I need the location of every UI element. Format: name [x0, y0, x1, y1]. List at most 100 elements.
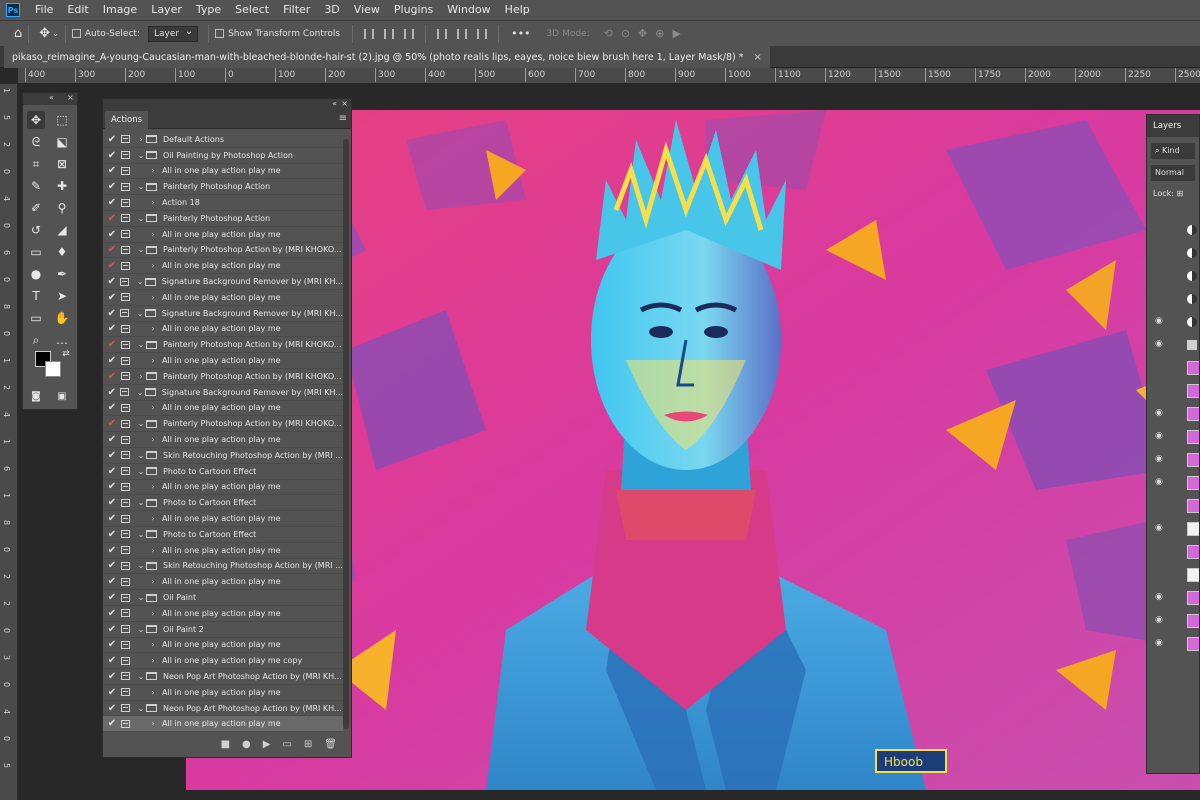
action-set-row[interactable]: ✔ ⌄ Signature Background Remover by (MRI K…: [103, 385, 343, 401]
dialog-toggle-icon[interactable]: [121, 356, 130, 365]
3d-mode-icons[interactable]: ⟲⊙✥⊕▶: [604, 27, 689, 40]
toggle-item-check-icon[interactable]: ✔: [103, 624, 121, 635]
action-set-row[interactable]: ✔ › Default Actions: [103, 132, 343, 148]
action-set-row[interactable]: ✔ ⌄ Neon Pop Art Photoshop Action by (MRI …: [103, 669, 343, 685]
blend-mode-dropdown[interactable]: Normal: [1151, 165, 1195, 181]
dialog-toggle-icon[interactable]: [121, 625, 130, 634]
home-icon[interactable]: ⌂: [14, 26, 22, 41]
menu-filter[interactable]: Filter: [276, 0, 317, 20]
toggle-item-check-icon[interactable]: ✔: [103, 276, 120, 287]
align-left-icon[interactable]: [364, 28, 375, 39]
toggle-item-check-icon[interactable]: ✔: [103, 134, 121, 145]
layer-row[interactable]: [1147, 380, 1199, 402]
expand-chevron-icon[interactable]: ⌄: [136, 182, 146, 191]
menu-view[interactable]: View: [347, 0, 387, 20]
toggle-item-check-icon[interactable]: ✔: [103, 434, 121, 445]
gradient-tool-icon[interactable]: ▭: [27, 243, 45, 261]
action-row[interactable]: ✔ › All in one play action play me: [103, 227, 343, 243]
toggle-item-check-icon[interactable]: ✔: [103, 292, 121, 303]
expand-chevron-icon[interactable]: ⌄: [135, 388, 145, 397]
toggle-item-check-icon[interactable]: ✔: [103, 545, 121, 556]
expand-chevron-icon[interactable]: ⌄: [136, 467, 146, 476]
action-set-row[interactable]: ✔ ⌄ Painterly Photoshop Action by (MRI KHO…: [103, 416, 343, 433]
folder-icon[interactable]: ▭: [282, 739, 291, 750]
dialog-toggle-icon[interactable]: [121, 151, 130, 160]
quick-select-tool-icon[interactable]: ⬕: [53, 133, 71, 151]
eyedropper-tool-icon[interactable]: ✎: [27, 177, 45, 195]
lock-transparent-icon[interactable]: ⊞: [1176, 189, 1183, 198]
visibility-eye-icon[interactable]: ◉: [1155, 592, 1163, 602]
more-options-button[interactable]: •••: [511, 27, 530, 40]
layer-row[interactable]: [1147, 495, 1199, 517]
visibility-eye-icon[interactable]: ◉: [1155, 454, 1163, 464]
background-color-swatch[interactable]: [45, 361, 61, 377]
action-set-row[interactable]: ✔ ⌄ Skin Retouching Photoshop Action by (M…: [103, 559, 343, 575]
action-row[interactable]: ✔ › All in one play action play me: [103, 290, 343, 306]
action-row[interactable]: ✔ › All in one play action play me: [103, 716, 343, 733]
expand-chevron-icon[interactable]: ⌄: [136, 704, 146, 713]
dialog-toggle-icon[interactable]: [121, 561, 130, 570]
toggle-item-check-icon[interactable]: ✔: [103, 197, 121, 208]
expand-chevron-icon[interactable]: ›: [148, 403, 158, 412]
expand-chevron-icon[interactable]: ›: [148, 166, 158, 175]
expand-chevron-icon[interactable]: ⌄: [136, 245, 146, 254]
healing-brush-tool-icon[interactable]: ✚: [53, 177, 71, 195]
document-tab[interactable]: pikaso_reimagine_A-young-Caucasian-man-w…: [4, 46, 770, 68]
toggle-item-check-icon[interactable]: ✔: [103, 481, 121, 492]
expand-chevron-icon[interactable]: ›: [148, 640, 158, 649]
action-set-row[interactable]: ✔ ⌄ Painterly Photoshop Action by (MRI KHO…: [103, 337, 343, 354]
expand-chevron-icon[interactable]: ⌄: [136, 561, 146, 570]
menu-file[interactable]: File: [28, 0, 60, 20]
expand-chevron-icon[interactable]: ›: [148, 609, 158, 618]
marquee-tool-icon[interactable]: ⬚: [53, 111, 71, 129]
crop-tool-icon[interactable]: ⌗: [27, 155, 45, 173]
auto-select-checkbox[interactable]: [71, 29, 81, 38]
brush-tool-icon[interactable]: ✐: [27, 199, 45, 217]
dialog-toggle-icon[interactable]: [121, 166, 130, 175]
quick-mask-icon[interactable]: ◙: [27, 387, 45, 405]
expand-chevron-icon[interactable]: ⌄: [135, 277, 145, 286]
toggle-item-check-icon[interactable]: ✔: [103, 639, 121, 650]
dialog-toggle-icon[interactable]: [121, 182, 130, 191]
move-tool-icon[interactable]: ✥: [39, 26, 50, 41]
action-row[interactable]: ✔ › All in one play action play me: [103, 401, 343, 417]
action-set-row[interactable]: ✔ ⌄ Painterly Photoshop Action by (MRI KHO…: [103, 243, 343, 259]
layer-row[interactable]: ◉: [1147, 610, 1199, 632]
toggle-item-check-icon[interactable]: ✔: [103, 687, 121, 698]
action-set-row[interactable]: ✔ ⌄ Oil Paint 2: [103, 622, 343, 638]
trash-icon[interactable]: 🗑: [324, 739, 337, 750]
dialog-toggle-icon[interactable]: [121, 403, 130, 412]
toggle-item-check-icon[interactable]: ✔: [103, 308, 120, 319]
action-set-row[interactable]: ✔ ⌄ Skin Retouching Photoshop Action by (M…: [103, 448, 343, 464]
expand-chevron-icon[interactable]: ›: [136, 135, 146, 144]
layer-row[interactable]: [1147, 265, 1199, 287]
type-tool-icon[interactable]: T: [27, 287, 45, 305]
toggle-item-check-icon[interactable]: ✔: [103, 671, 121, 682]
toggle-item-check-icon[interactable]: ✔: [103, 466, 121, 477]
action-row[interactable]: ✔ › All in one play action play me copy: [103, 653, 343, 670]
toggle-item-check-icon[interactable]: ✔: [103, 497, 121, 508]
action-set-row[interactable]: ✔ › Painterly Photoshop Action by (MRI KHO…: [103, 369, 343, 385]
action-row[interactable]: ✔ › All in one play action play me: [103, 685, 343, 701]
dialog-toggle-icon[interactable]: [121, 293, 130, 302]
dialog-toggle-icon[interactable]: [121, 514, 130, 523]
dialog-toggle-icon[interactable]: [121, 672, 130, 681]
dialog-toggle-icon[interactable]: [120, 388, 130, 397]
align-right-icon[interactable]: [404, 28, 415, 39]
dialog-toggle-icon[interactable]: [121, 214, 130, 223]
dialog-toggle-icon[interactable]: [121, 261, 130, 270]
pen-tool-icon[interactable]: ✒: [53, 265, 71, 283]
toggle-item-check-icon[interactable]: ✔: [103, 655, 121, 666]
action-set-row[interactable]: ✔ ⌄ Signature Background Remover by (MRI K…: [103, 274, 343, 290]
dialog-toggle-icon[interactable]: [121, 324, 130, 333]
dialog-toggle-icon[interactable]: [121, 340, 130, 349]
expand-chevron-icon[interactable]: ⌄: [136, 530, 146, 539]
toggle-item-check-icon[interactable]: ✔: [103, 244, 121, 255]
dialog-toggle-icon[interactable]: [121, 577, 130, 586]
layer-kind-filter[interactable]: ⌕ Kind: [1151, 143, 1195, 159]
layer-row[interactable]: [1147, 242, 1199, 264]
expand-chevron-icon[interactable]: ›: [148, 577, 158, 586]
dialog-toggle-icon[interactable]: [121, 656, 130, 665]
expand-chevron-icon[interactable]: ⌄: [136, 498, 146, 507]
menu-plugins[interactable]: Plugins: [387, 0, 440, 20]
